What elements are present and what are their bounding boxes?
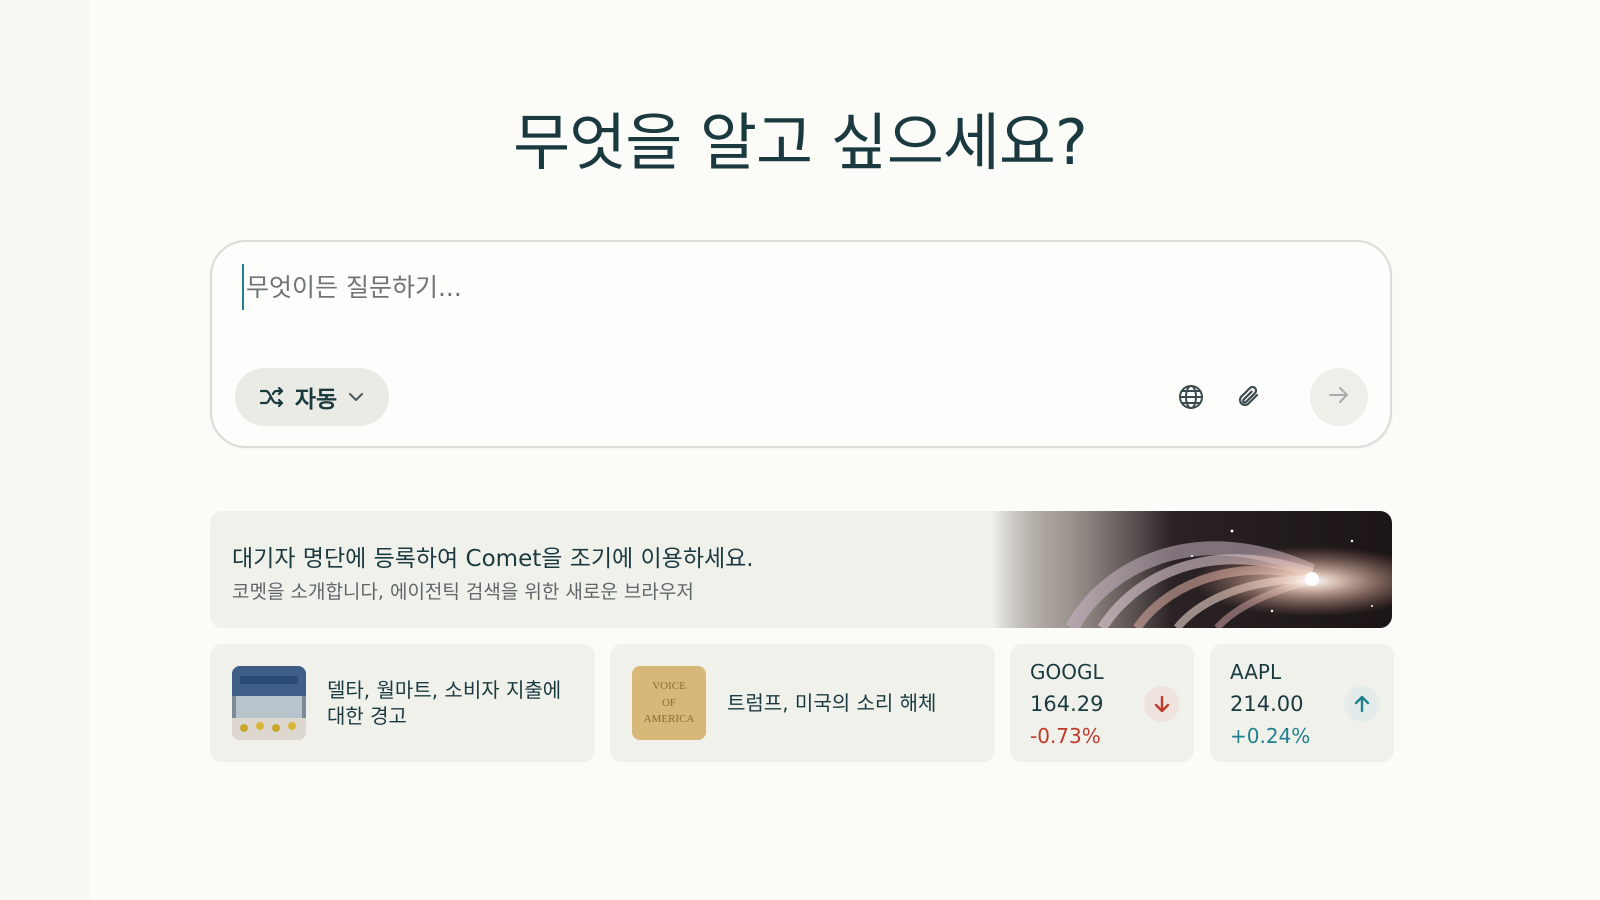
mode-label: 자동 bbox=[294, 387, 338, 413]
search-input[interactable] bbox=[242, 264, 1348, 310]
news-headline: 트럼프, 미국의 소리 해체 bbox=[727, 691, 937, 715]
news-thumbnail: VOICE OF AMERICA bbox=[632, 666, 706, 740]
news-card-voa[interactable]: VOICE OF AMERICA 트럼프, 미국의 소리 해체 bbox=[610, 644, 995, 762]
mode-selector-button[interactable]: 자동 bbox=[235, 368, 389, 426]
stock-card-googl[interactable]: GOOGL 164.29 -0.73% bbox=[1010, 644, 1194, 762]
stock-change: -0.73% bbox=[1030, 724, 1101, 748]
promo-subtitle: 코멧을 소개합니다, 에이전틱 검색을 위한 새로운 브라우저 bbox=[232, 581, 694, 603]
chevron-down-icon bbox=[347, 391, 365, 403]
submit-button[interactable] bbox=[1310, 368, 1368, 426]
promo-title: 대기자 명단에 등록하여 Comet을 조기에 이용하세요. bbox=[232, 546, 754, 572]
comet-waitlist-banner[interactable]: 대기자 명단에 등록하여 Comet을 조기에 이용하세요. 코멧을 소개합니다… bbox=[210, 511, 1392, 628]
arrow-up-icon bbox=[1344, 686, 1380, 722]
globe-icon[interactable] bbox=[1172, 378, 1210, 416]
paperclip-icon[interactable] bbox=[1230, 378, 1268, 416]
search-box[interactable]: 자동 bbox=[210, 240, 1392, 448]
stock-price: 164.29 bbox=[1030, 692, 1104, 716]
page: 무엇을 알고 싶으세요? 자동 bbox=[0, 0, 1600, 900]
news-headline: 델타, 월마트, 소비자 지출에 대한 경고 bbox=[327, 678, 562, 728]
arrow-right-icon bbox=[1327, 385, 1351, 409]
arrow-down-icon bbox=[1144, 686, 1180, 722]
stock-price: 214.00 bbox=[1230, 692, 1304, 716]
stock-change: +0.24% bbox=[1230, 724, 1311, 748]
stock-card-aapl[interactable]: AAPL 214.00 +0.24% bbox=[1210, 644, 1394, 762]
stock-ticker: AAPL bbox=[1230, 660, 1282, 684]
news-thumbnail bbox=[232, 666, 306, 740]
news-card-delta[interactable]: 델타, 월마트, 소비자 지출에 대한 경고 bbox=[210, 644, 595, 762]
comet-banner-image bbox=[992, 511, 1392, 628]
shuffle-icon bbox=[259, 386, 285, 408]
stock-ticker: GOOGL bbox=[1030, 660, 1104, 684]
page-title: 무엇을 알고 싶으세요? bbox=[513, 106, 1088, 179]
